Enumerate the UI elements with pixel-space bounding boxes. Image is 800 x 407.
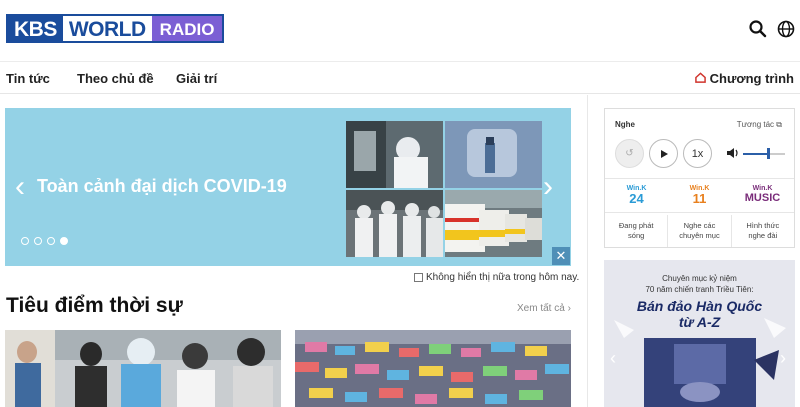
promo-prev-icon[interactable]: ‹ [610,348,616,369]
dont-show-today[interactable]: Không hiển thị nữa trong hôm nay. [414,272,579,283]
link-line: nghe đài [748,231,778,240]
search-icon[interactable] [748,19,768,39]
speed-button[interactable]: 1x [683,139,712,168]
covid-banner[interactable]: ‹ Toàn cảnh đại dịch COVID-19 › ✕ [5,108,571,266]
section-title: Tiêu điểm thời sự [6,294,183,317]
nav-item-chuong-trinh[interactable]: Chương trình [694,71,794,86]
channel-number: MUSIC [744,192,781,204]
banner-photo-collage [346,121,542,257]
banner-pagination [21,237,68,245]
main-nav: Tin tức Theo chủ đề Giải trí Chương trìn… [0,63,800,94]
banner-dot-active[interactable] [60,237,68,245]
link-nghe-cac-chuyen-muc[interactable]: Nghe các chuyên mục [667,215,730,247]
banner-close-button[interactable]: ✕ [552,247,570,265]
channel-number: 24 [629,191,644,206]
radio-player: Nghe Tương tác ⧉ ↺ 1x Win.K 24 Win.K 11 … [604,108,795,248]
logo-radio-text: RADIO [151,16,223,41]
photo-vaccine [445,121,542,188]
nav-item-giai-tri[interactable]: Giải trí [176,71,217,86]
globe-icon[interactable] [776,19,796,39]
link-line: Nghe các [683,221,716,230]
promo-next-icon[interactable]: › [780,348,786,369]
see-all-link[interactable]: Xem tất cả › [517,303,571,314]
link-line: sóng [628,231,645,240]
promo-line-1: Chuyên mục kỷ niệm [662,274,737,283]
see-all-label: Xem tất cả [517,303,565,314]
link-line: chuyên mục [679,231,720,240]
play-icon [660,149,668,158]
home-icon [694,71,706,86]
nav-item-tin-tuc[interactable]: Tin tức [6,71,50,86]
banner-title[interactable]: Toàn cảnh đại dịch COVID-19 [37,176,287,197]
channel-list: Win.K 24 Win.K 11 Win.K MUSIC [605,180,794,213]
photo-testing-booth [346,121,443,188]
volume-slider-handle[interactable] [767,148,770,159]
banner-dot[interactable] [34,237,42,245]
player-controls-area: Nghe Tương tác ⧉ ↺ 1x [605,109,794,179]
banner-dot[interactable] [21,237,29,245]
banner-prev-icon[interactable]: ‹ [15,170,25,204]
link-dang-phat-song[interactable]: Đang phát sóng [605,215,667,247]
dont-show-checkbox[interactable] [414,273,423,282]
photo-ambulances [445,190,542,257]
channel-name: Win.K [752,185,773,192]
promo-line-2: 70 năm chiến tranh Triều Tiên: [645,285,754,294]
external-link-icon: ⧉ [776,120,782,129]
logo-kbs-text: KBS [8,16,63,41]
dont-show-label: Không hiển thị nữa trong hôm nay. [426,272,580,283]
sidebar-divider [587,95,588,407]
nav-item-theo-chu-de[interactable]: Theo chủ đề [77,71,154,86]
site-header: KBS WORLD RADIO [0,0,800,62]
banner-dot[interactable] [47,237,55,245]
channel-number: 11 [692,191,707,206]
volume-icon[interactable] [726,146,740,165]
channel-wink-11[interactable]: Win.K 11 [668,180,731,212]
kbs-world-radio-logo[interactable]: KBS WORLD RADIO [6,14,225,43]
nav-chuong-trinh-label: Chương trình [709,71,794,86]
news-thumbnail-medical[interactable] [5,330,281,407]
listen-label: Nghe [615,120,635,129]
interact-link[interactable]: Tương tác ⧉ [737,120,782,130]
channel-wink-music[interactable]: Win.K MUSIC [731,180,794,212]
player-links: Đang phát sóng Nghe các chuyên mục Hình … [605,215,794,247]
logo-world-text: WORLD [62,16,152,41]
photo-medical-staff [346,190,443,257]
rewind-button[interactable]: ↺ [615,139,644,168]
promo-title: Bán đảo Hàn Quốc [636,298,763,314]
interact-label: Tương tác [736,120,775,129]
link-line: Đang phát [618,221,654,230]
link-line: Hình thức [746,221,780,230]
promo-banner-korean-war[interactable]: Chuyên mục kỷ niệm 70 năm chiến tranh Tr… [604,260,795,407]
volume-fill [743,153,769,155]
channel-wink-24[interactable]: Win.K 24 [605,180,668,212]
play-button[interactable] [649,139,678,168]
link-hinh-thuc-nghe-dai[interactable]: Hình thức nghe đài [730,215,794,247]
promo-subtitle: từ A-Z [678,314,721,330]
banner-next-icon[interactable]: › [543,170,553,204]
news-thumbnail-crowd[interactable] [295,330,571,407]
